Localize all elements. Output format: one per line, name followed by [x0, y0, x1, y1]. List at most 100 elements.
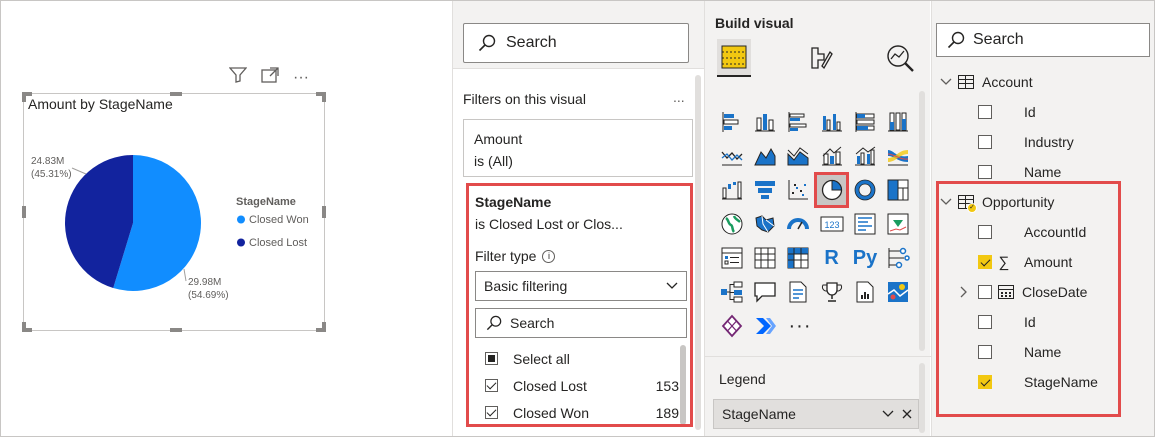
py-label: Py	[852, 246, 878, 269]
table-name: Account	[982, 74, 1033, 90]
legend-field-name: StageName	[722, 406, 796, 422]
highlight-box-stagename-filter	[466, 183, 693, 427]
scatter-chart-icon[interactable]	[782, 173, 815, 207]
pie-chart-icon[interactable]	[813, 172, 850, 208]
filters-pane-scrollbar[interactable]	[695, 75, 701, 430]
tab-fields-icon[interactable]	[717, 39, 751, 77]
area-chart-icon[interactable]	[748, 139, 781, 173]
field-row[interactable]: Id	[932, 97, 1155, 127]
visualizations-gallery: 123 R Py ···	[715, 105, 915, 343]
waterfall-chart-icon[interactable]	[715, 173, 748, 207]
filters-search-input[interactable]: Search	[463, 23, 689, 63]
power-automate-icon[interactable]	[749, 309, 783, 343]
card-icon[interactable]: 123	[815, 207, 848, 241]
field-checkbox[interactable]	[978, 165, 992, 179]
matrix-icon[interactable]	[782, 241, 815, 275]
data-label-percent: (54.69%)	[188, 290, 229, 301]
visual-header-toolbar: ···	[228, 67, 309, 88]
filters-search-placeholder: Search	[506, 34, 557, 51]
data-pane: Search Account Id Industry Name ✓ Opport…	[931, 1, 1154, 436]
azure-map-icon[interactable]	[882, 275, 915, 309]
build-visual-title: Build visual	[715, 15, 794, 31]
multi-row-card-icon[interactable]	[848, 207, 881, 241]
stacked-column-chart-icon[interactable]	[748, 105, 781, 139]
field-name: Id	[1024, 104, 1036, 120]
more-options-icon[interactable]: ···	[293, 69, 309, 87]
card-icon-label: 123	[824, 220, 839, 230]
filter-card-amount[interactable]: Amount is (All)	[463, 119, 693, 177]
table-icon[interactable]	[748, 241, 781, 275]
goals-trophy-icon[interactable]	[815, 275, 848, 309]
close-icon[interactable]	[902, 409, 912, 419]
clustered-bar-chart-icon[interactable]	[782, 105, 815, 139]
r-label: R	[824, 246, 839, 269]
legend-marker[interactable]	[237, 215, 245, 224]
decomposition-tree-icon[interactable]	[715, 275, 748, 309]
report-canvas[interactable]: ··· Amount by StageName 29.98M (54.69%) 24…	[1, 1, 451, 436]
legend-marker[interactable]	[237, 238, 245, 247]
stacked-bar-chart-icon[interactable]	[715, 105, 748, 139]
gallery-scrollbar[interactable]	[919, 91, 925, 351]
wells-scrollbar[interactable]	[919, 363, 925, 433]
paginated-report-icon[interactable]	[848, 275, 881, 309]
more-visuals-icon[interactable]: ···	[783, 309, 817, 343]
data-search-placeholder: Search	[973, 31, 1024, 48]
field-row[interactable]: Industry	[932, 127, 1155, 157]
power-apps-icon[interactable]	[715, 309, 749, 343]
map-icon[interactable]	[715, 207, 748, 241]
data-label-leader-line	[71, 167, 87, 175]
chevron-down-icon[interactable]	[940, 78, 952, 86]
legend-field-pill[interactable]: StageName	[713, 399, 919, 429]
pie-chart-visual[interactable]: Amount by StageName 29.98M (54.69%) 24.83M…	[22, 92, 326, 332]
tab-analytics-icon[interactable]	[883, 39, 917, 77]
legend-entry[interactable]: Closed Won	[249, 214, 309, 226]
build-visual-tabs	[715, 39, 925, 81]
data-label-value: 24.83M	[31, 156, 64, 167]
filter-card-state: is (All)	[474, 153, 513, 169]
filled-map-icon[interactable]	[748, 207, 781, 241]
filters-heading: Filters on this visual	[463, 91, 586, 107]
field-name: Name	[1024, 164, 1062, 180]
100-stacked-column-chart-icon[interactable]	[882, 105, 915, 139]
field-checkbox[interactable]	[978, 135, 992, 149]
build-visual-pane: Build visual 123 R Py ··· Legend StageNa…	[704, 1, 931, 436]
key-influencers-icon[interactable]	[882, 241, 915, 275]
filter-icon[interactable]	[228, 67, 248, 88]
field-checkbox[interactable]	[978, 105, 992, 119]
python-visual-icon[interactable]: Py	[848, 241, 881, 275]
slicer-icon[interactable]	[715, 241, 748, 275]
legend-field-actions	[882, 409, 912, 419]
donut-chart-icon[interactable]	[848, 173, 881, 207]
line-chart-icon[interactable]	[715, 139, 748, 173]
filter-card-field: Amount	[474, 131, 523, 147]
chevron-down-icon[interactable]	[882, 410, 894, 418]
line-and-stacked-column-chart-icon[interactable]	[815, 139, 848, 173]
search-icon	[478, 34, 496, 52]
smart-narrative-icon[interactable]	[782, 275, 815, 309]
focus-mode-icon[interactable]	[261, 67, 279, 88]
stacked-area-chart-icon[interactable]	[782, 139, 815, 173]
line-and-clustered-column-chart-icon[interactable]	[848, 139, 881, 173]
tab-format-icon[interactable]	[803, 39, 837, 77]
pane-divider	[705, 356, 931, 357]
100-stacked-bar-chart-icon[interactable]	[848, 105, 881, 139]
legend-entry[interactable]: Closed Lost	[249, 237, 307, 249]
data-label-percent: (45.31%)	[31, 169, 72, 180]
pie-chart-svg[interactable]: 29.98M (54.69%) 24.83M (45.31%) StageName Clo…	[24, 94, 326, 332]
r-script-visual-icon[interactable]: R	[815, 241, 848, 275]
funnel-chart-icon[interactable]	[748, 173, 781, 207]
filters-more-button[interactable]: ...	[673, 89, 685, 105]
qa-visual-icon[interactable]	[748, 275, 781, 309]
gauge-icon[interactable]	[782, 207, 815, 241]
kpi-icon[interactable]	[882, 207, 915, 241]
more-visuals-label: ···	[788, 314, 812, 337]
data-search-input[interactable]: Search	[936, 23, 1150, 57]
ribbon-chart-icon[interactable]	[882, 139, 915, 173]
highlight-box-opportunity-fields	[936, 181, 1121, 417]
table-icon	[958, 75, 974, 89]
treemap-icon[interactable]	[882, 173, 915, 207]
field-name: Industry	[1024, 134, 1074, 150]
data-label-value: 29.98M	[188, 277, 221, 288]
table-account[interactable]: Account	[932, 67, 1155, 97]
clustered-column-chart-icon[interactable]	[815, 105, 848, 139]
